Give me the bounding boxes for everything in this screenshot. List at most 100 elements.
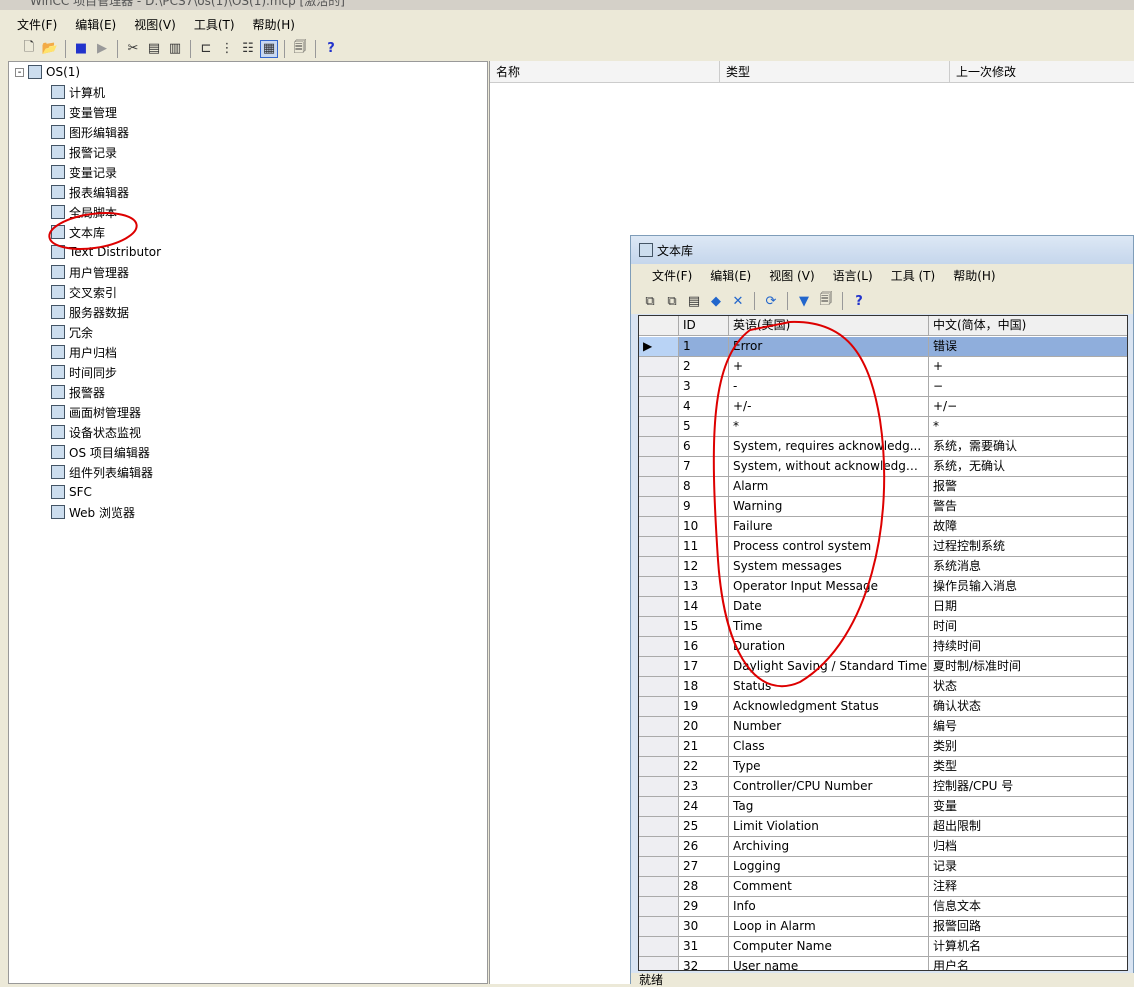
tree-item[interactable]: 组件列表编辑器 — [51, 462, 153, 482]
column-header[interactable]: ID — [679, 316, 729, 336]
tree-item[interactable]: 设备状态监视 — [51, 422, 141, 442]
copy-icon[interactable]: ⧉ — [641, 292, 659, 310]
table-cell[interactable]: Number — [729, 717, 929, 737]
table-cell[interactable]: 22 — [679, 757, 729, 777]
table-row[interactable]: 14 Date 日期 — [639, 597, 1127, 617]
table-cell[interactable]: 警告 — [929, 497, 1127, 517]
row-selector[interactable] — [639, 777, 679, 797]
tree-item[interactable]: 用户归档 — [51, 342, 117, 362]
table-cell[interactable]: 夏时制/标准时间 — [929, 657, 1127, 677]
tree-item[interactable]: 报警器 — [51, 382, 105, 402]
table-cell[interactable]: 1 — [679, 337, 729, 357]
menu-item[interactable]: 语言(L) — [824, 264, 882, 288]
tree-item[interactable]: 交叉索引 — [51, 282, 117, 302]
tree-item[interactable]: 画面树管理器 — [51, 402, 141, 422]
table-cell[interactable]: Info — [729, 897, 929, 917]
tree-item[interactable]: Web 浏览器 — [51, 502, 135, 522]
table-cell[interactable]: 时间 — [929, 617, 1127, 637]
table-cell[interactable]: Duration — [729, 637, 929, 657]
table-row[interactable]: 32 User name 用户名 — [639, 957, 1127, 970]
row-selector[interactable] — [639, 757, 679, 777]
table-cell[interactable]: Alarm — [729, 477, 929, 497]
table-cell[interactable]: 28 — [679, 877, 729, 897]
table-cell[interactable]: Computer Name — [729, 937, 929, 957]
table-cell[interactable]: 27 — [679, 857, 729, 877]
table-cell[interactable]: 29 — [679, 897, 729, 917]
table-cell[interactable]: Status — [729, 677, 929, 697]
paste-icon[interactable]: ⧉ — [663, 292, 681, 310]
import-icon[interactable]: ▤ — [685, 292, 703, 310]
tree-item[interactable]: 计算机 — [51, 82, 105, 102]
table-row[interactable]: 2 + + — [639, 357, 1127, 377]
table-cell[interactable]: 2 — [679, 357, 729, 377]
paste-icon[interactable]: ▥ — [166, 40, 184, 58]
table-cell[interactable]: 26 — [679, 837, 729, 857]
table-row[interactable]: 7 System, without acknowledgm... 系统，无确认 — [639, 457, 1127, 477]
table-cell[interactable]: + — [929, 357, 1127, 377]
table-cell[interactable]: 32 — [679, 957, 729, 970]
table-cell[interactable]: Logging — [729, 857, 929, 877]
tree-item[interactable]: 文本库 — [51, 222, 105, 242]
table-cell[interactable]: * — [729, 417, 929, 437]
table-cell[interactable]: 确认状态 — [929, 697, 1127, 717]
table-cell[interactable]: 24 — [679, 797, 729, 817]
table-cell[interactable]: Operator Input Message — [729, 577, 929, 597]
row-selector[interactable] — [639, 837, 679, 857]
table-row[interactable]: 8 Alarm 报警 — [639, 477, 1127, 497]
table-row[interactable]: 11 Process control system 过程控制系统 — [639, 537, 1127, 557]
table-row[interactable]: 19 Acknowledgment Status 确认状态 — [639, 697, 1127, 717]
table-cell[interactable]: Type — [729, 757, 929, 777]
table-cell[interactable]: 编号 — [929, 717, 1127, 737]
tree-item[interactable]: 用户管理器 — [51, 262, 129, 282]
row-selector[interactable]: ▶ — [639, 337, 679, 357]
row-selector[interactable] — [639, 797, 679, 817]
table-cell[interactable]: 14 — [679, 597, 729, 617]
properties-icon[interactable]: 🗐 — [817, 292, 835, 310]
table-row[interactable]: 16 Duration 持续时间 — [639, 637, 1127, 657]
table-row[interactable]: ▶ 1 Error 错误 — [639, 337, 1127, 357]
menu-item[interactable]: 帮助(H) — [244, 14, 304, 36]
table-row[interactable]: 30 Loop in Alarm 报警回路 — [639, 917, 1127, 937]
table-row[interactable]: 3- − — [639, 377, 1127, 397]
table-cell[interactable]: 变量 — [929, 797, 1127, 817]
table-row[interactable]: 23 Controller/CPU Number 控制器/CPU 号 — [639, 777, 1127, 797]
table-cell[interactable]: 5 — [679, 417, 729, 437]
row-selector[interactable] — [639, 497, 679, 517]
table-cell[interactable]: +/− — [929, 397, 1127, 417]
table-cell[interactable]: 报警回路 — [929, 917, 1127, 937]
table-row[interactable]: 20 Number 编号 — [639, 717, 1127, 737]
row-selector[interactable] — [639, 897, 679, 917]
row-selector[interactable] — [639, 697, 679, 717]
table-cell[interactable]: 13 — [679, 577, 729, 597]
table-cell[interactable]: Time — [729, 617, 929, 637]
list-icon[interactable]: ☷ — [239, 40, 257, 58]
table-cell[interactable]: 系统，无确认 — [929, 457, 1127, 477]
table-cell[interactable]: 日期 — [929, 597, 1127, 617]
row-selector[interactable] — [639, 597, 679, 617]
table-cell[interactable]: Error — [729, 337, 929, 357]
table-cell[interactable]: Warning — [729, 497, 929, 517]
table-cell[interactable]: 故障 — [929, 517, 1127, 537]
table-row[interactable]: 15 Time 时间 — [639, 617, 1127, 637]
table-cell[interactable]: 过程控制系统 — [929, 537, 1127, 557]
eraser-icon[interactable]: ◆ — [707, 292, 725, 310]
column-type[interactable]: 类型 — [720, 61, 950, 83]
large-icons-icon[interactable]: ⊏ — [197, 40, 215, 58]
row-selector[interactable] — [639, 677, 679, 697]
table-row[interactable]: 21 Class 类别 — [639, 737, 1127, 757]
table-cell[interactable]: 16 — [679, 637, 729, 657]
menu-item[interactable]: 文件(F) — [8, 14, 66, 36]
table-cell[interactable]: Acknowledgment Status — [729, 697, 929, 717]
table-cell[interactable]: Daylight Saving / Standard Time — [729, 657, 929, 677]
delete-icon[interactable]: ✕ — [729, 292, 747, 310]
table-cell[interactable]: 控制器/CPU 号 — [929, 777, 1127, 797]
table-cell[interactable]: 3 — [679, 377, 729, 397]
table-row[interactable]: 24 Tag 变量 — [639, 797, 1127, 817]
help-icon[interactable]: ? — [850, 292, 868, 310]
table-row[interactable]: 29 Info 信息文本 — [639, 897, 1127, 917]
table-cell[interactable]: * — [929, 417, 1127, 437]
table-cell[interactable]: 状态 — [929, 677, 1127, 697]
tree-item[interactable]: 图形编辑器 — [51, 122, 129, 142]
table-cell[interactable]: 31 — [679, 937, 729, 957]
tree-item[interactable]: 报警记录 — [51, 142, 117, 162]
